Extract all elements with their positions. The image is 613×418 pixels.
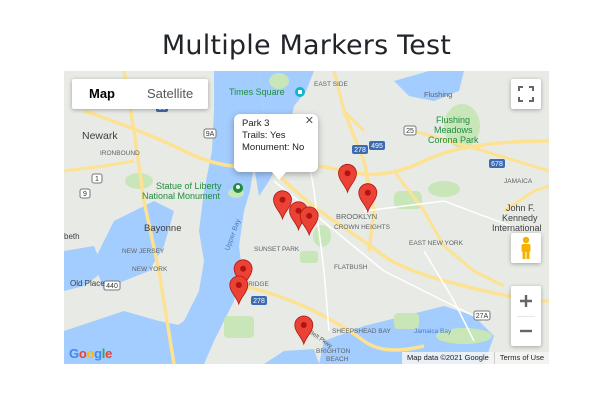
zoom-in-button[interactable] (511, 287, 541, 316)
map-attribution: Map data ©2021 Google Terms of Use (401, 352, 549, 364)
park-greenwood (300, 251, 318, 263)
map-data-credit: Map data ©2021 Google (406, 353, 489, 362)
svg-text:9A: 9A (206, 131, 215, 138)
label-east-new-york: EAST NEW YORK (409, 240, 464, 247)
route-shield-495: 495 (369, 141, 385, 150)
pegman-icon (521, 236, 531, 259)
terms-of-use-link[interactable]: Terms of Use (493, 352, 549, 364)
label-sheepshead: SHEEPSHEAD BAY (332, 328, 391, 335)
info-window-close-icon[interactable]: ✕ (305, 115, 314, 127)
street-view-pegman-button[interactable] (511, 233, 541, 263)
page-title: Multiple Markers Test (161, 30, 452, 61)
route-shield-27a: 27A (473, 310, 491, 321)
park-green (224, 316, 254, 338)
route-shield-9: 9 (79, 188, 91, 199)
label-crown-heights: CROWN HEIGHTS (334, 224, 391, 231)
svg-text:278: 278 (253, 298, 265, 305)
zoom-control (511, 286, 541, 346)
label-times-square: Times Square (229, 87, 285, 97)
label-flushing-meadows: Flushing Meadows Corona Park (428, 115, 479, 145)
svg-text:495: 495 (371, 143, 383, 150)
route-shield-9a: 9A (203, 128, 217, 139)
svg-text:27A: 27A (476, 313, 489, 320)
route-shield-440: 440 (103, 280, 121, 291)
zoom-out-button[interactable] (511, 317, 541, 346)
route-shield-278-a: 278 (352, 145, 368, 154)
label-east-side: EAST SIDE (314, 81, 349, 88)
label-ironbound: IRONBOUND (100, 150, 140, 157)
route-shield-678: 678 (489, 159, 505, 168)
svg-text:278: 278 (354, 147, 366, 154)
label-old-place: Old Place (70, 279, 105, 288)
map-type-satellite-button[interactable]: Satellite (132, 79, 208, 109)
info-window-trails: Trails: Yes (242, 130, 286, 141)
svg-text:25: 25 (406, 128, 414, 135)
info-window-monument: Monument: No (242, 142, 305, 153)
park-marine (394, 313, 419, 329)
map-type-map-button[interactable]: Map (72, 79, 132, 109)
info-window: ✕ Park 3 Trails: Yes Monument: No (234, 114, 318, 180)
info-window-title: Park 3 (242, 118, 270, 129)
minus-icon (520, 329, 532, 333)
park-prospect (313, 225, 331, 247)
route-shield-25: 25 (403, 125, 417, 136)
label-sunset-park: SUNSET PARK (254, 246, 300, 253)
label-bayonne: Bayonne (144, 223, 182, 234)
route-shield-1: 1 (91, 173, 103, 184)
route-shield-278-b: 278 (251, 296, 267, 305)
svg-text:9: 9 (83, 191, 87, 198)
statue-of-liberty-icon (233, 183, 243, 193)
label-newark: Newark (82, 130, 118, 142)
google-logo: Google (69, 346, 113, 361)
fullscreen-icon (518, 86, 534, 102)
map-container[interactable]: 95 9A 278 495 25 678 440 1 9 27A 278 New… (64, 71, 549, 364)
fullscreen-button[interactable] (511, 79, 541, 109)
park-forest (428, 181, 460, 197)
label-flatbush: FLATBUSH (334, 264, 368, 271)
label-new-jersey: NEW JERSEY (122, 248, 165, 255)
label-brooklyn: BROOKLYN (336, 212, 377, 221)
times-square-icon (295, 87, 305, 97)
label-new-york: NEW YORK (132, 266, 168, 273)
label-jamaica-bay: Jamaica Bay (414, 328, 452, 335)
map-type-control: Map Satellite (72, 79, 209, 109)
svg-text:678: 678 (491, 161, 503, 168)
label-flushing: Flushing (424, 90, 452, 99)
svg-text:1: 1 (95, 176, 99, 183)
label-beth: beth (64, 232, 80, 241)
label-jamaica: JAMAICA (504, 178, 533, 185)
svg-text:440: 440 (106, 283, 118, 290)
plus-icon (520, 295, 532, 307)
